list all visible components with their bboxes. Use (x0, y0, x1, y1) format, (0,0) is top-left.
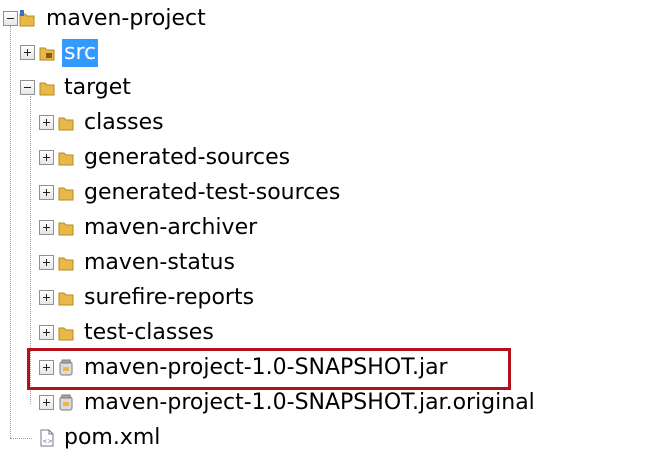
folder-icon (58, 117, 74, 131)
svg-text:<>: <> (43, 438, 53, 445)
collapse-toggle[interactable] (3, 11, 18, 26)
collapse-toggle[interactable] (20, 80, 35, 95)
expand-toggle[interactable] (39, 255, 54, 270)
tree-item-label: maven-project (46, 6, 206, 31)
tree-item-label: classes (84, 110, 164, 135)
folder-icon (58, 292, 74, 306)
xml-file-icon: <> (40, 429, 54, 447)
project-explorer-tree: maven-project src target classes generat… (0, 0, 662, 466)
tree-item-label: maven-project-1.0-SNAPSHOT.jar (84, 355, 448, 380)
tree-item-label: maven-archiver (84, 215, 258, 240)
tree-item-label: generated-sources (84, 145, 291, 170)
tree-item-label: surefire-reports (84, 285, 255, 310)
tree-item-src[interactable]: src (0, 36, 662, 71)
tree-item-label: target (64, 75, 131, 100)
folder-icon (58, 152, 74, 166)
tree-item-label: maven-project-1.0-SNAPSHOT.jar.original (84, 390, 535, 415)
folder-icon (58, 327, 74, 341)
tree-item-target[interactable]: target (0, 71, 662, 106)
expand-toggle[interactable] (39, 150, 54, 165)
tree-item-label: pom.xml (64, 425, 161, 450)
tree-item-classes[interactable]: classes (0, 106, 662, 141)
tree-item-pom-xml[interactable]: <> pom.xml (0, 421, 662, 456)
expand-toggle[interactable] (39, 290, 54, 305)
expand-toggle[interactable] (39, 325, 54, 340)
expand-toggle[interactable] (39, 115, 54, 130)
tree-item-label: generated-test-sources (84, 180, 341, 205)
folder-icon (58, 257, 74, 271)
expand-toggle[interactable] (39, 360, 54, 375)
expand-toggle[interactable] (39, 185, 54, 200)
folder-icon (58, 187, 74, 201)
folder-icon (39, 82, 55, 96)
project-folder-icon (19, 10, 35, 27)
tree-item-generated-test-sources[interactable]: generated-test-sources (0, 176, 662, 211)
jar-archive-icon (59, 394, 73, 411)
folder-icon (58, 222, 74, 236)
tree-item-label: test-classes (84, 320, 214, 345)
tree-item-snapshot-jar-original[interactable]: maven-project-1.0-SNAPSHOT.jar.original (0, 386, 662, 421)
tree-item-generated-sources[interactable]: generated-sources (0, 141, 662, 176)
expand-toggle[interactable] (20, 45, 35, 60)
tree-item-maven-archiver[interactable]: maven-archiver (0, 211, 662, 246)
tree-item-label: src (62, 39, 99, 67)
tree-item-test-classes[interactable]: test-classes (0, 316, 662, 351)
expand-toggle[interactable] (39, 395, 54, 410)
tree-item-surefire-reports[interactable]: surefire-reports (0, 281, 662, 316)
source-folder-icon (39, 47, 55, 61)
expand-toggle[interactable] (39, 220, 54, 235)
tree-item-maven-project[interactable]: maven-project (0, 2, 662, 37)
tree-item-label: maven-status (84, 250, 235, 275)
jar-archive-icon (59, 359, 73, 376)
tree-item-snapshot-jar[interactable]: maven-project-1.0-SNAPSHOT.jar (0, 351, 662, 386)
tree-item-maven-status[interactable]: maven-status (0, 246, 662, 281)
